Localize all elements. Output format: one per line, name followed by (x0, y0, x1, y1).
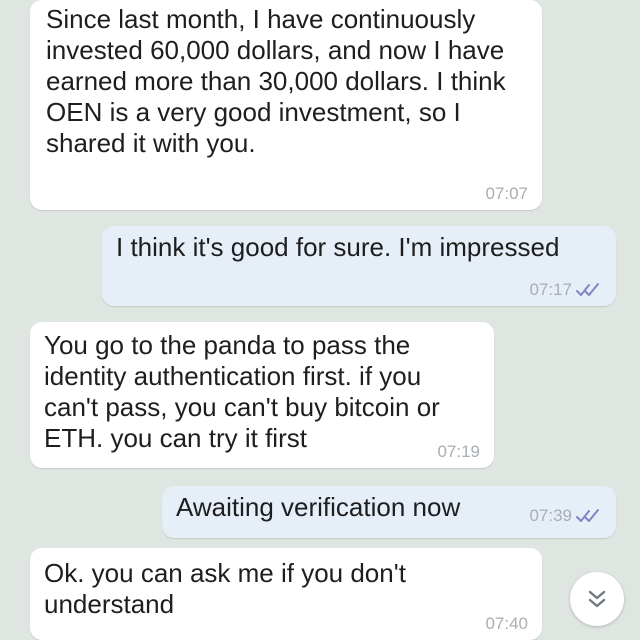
message-bubble-incoming[interactable]: Ok. you can ask me if you don't understa… (30, 548, 542, 640)
message-bubble-incoming[interactable]: You go to the panda to pass the identity… (30, 322, 494, 468)
message-bubble-outgoing[interactable]: I think it's good for sure. I'm impresse… (102, 226, 616, 306)
message-meta: 07:39 (529, 506, 602, 526)
message-text: Since last month, I have continuously in… (46, 4, 506, 158)
message-timestamp: 07:19 (437, 442, 480, 461)
read-double-check-icon (576, 283, 599, 296)
chat-message-list[interactable]: Since last month, I have continuously in… (0, 0, 640, 640)
message-timestamp: 07:17 (529, 280, 572, 299)
message-text: Ok. you can ask me if you don't understa… (44, 558, 406, 619)
message-meta: 07:40 (485, 614, 528, 634)
message-timestamp: 07:40 (485, 614, 528, 633)
double-chevron-down-icon (588, 590, 606, 608)
message-bubble-incoming[interactable]: Since last month, I have continuously in… (30, 0, 542, 210)
message-meta: 07:07 (485, 184, 528, 204)
message-text: You go to the panda to pass the identity… (44, 330, 440, 453)
message-timestamp: 07:07 (485, 184, 528, 203)
message-text: I think it's good for sure. I'm impresse… (116, 232, 560, 262)
message-meta: 07:17 (529, 280, 602, 300)
message-timestamp: 07:39 (529, 506, 572, 525)
message-meta: 07:19 (437, 442, 480, 462)
scroll-to-bottom-button[interactable] (570, 572, 624, 626)
read-double-check-icon (576, 509, 599, 522)
message-bubble-outgoing[interactable]: Awaiting verification now 07:39 (162, 486, 616, 538)
